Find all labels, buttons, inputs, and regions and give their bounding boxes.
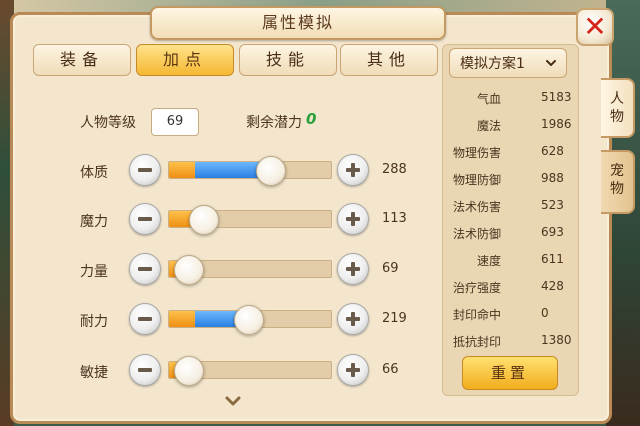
stat-value: 1986 bbox=[541, 117, 572, 131]
attribute-label: 耐力 bbox=[80, 314, 108, 330]
stat-value: 628 bbox=[541, 144, 564, 158]
decrease-button[interactable] bbox=[129, 154, 161, 186]
increase-button[interactable] bbox=[337, 354, 369, 386]
attribute-slider[interactable] bbox=[168, 356, 332, 386]
slider-base-fill bbox=[169, 162, 195, 178]
level-label: 人物等级 bbox=[80, 115, 136, 131]
stat-name: 速度 bbox=[476, 254, 501, 268]
increase-button[interactable] bbox=[337, 303, 369, 335]
stat-name: 法术伤害 bbox=[452, 200, 501, 214]
stat-value: 693 bbox=[541, 225, 564, 239]
slider-handle[interactable] bbox=[174, 255, 204, 285]
attribute-slider[interactable] bbox=[168, 156, 332, 186]
stat-name: 封印命中 bbox=[452, 308, 501, 322]
attribute-value: 66 bbox=[382, 362, 399, 377]
stat-row: 治疗强度 428 bbox=[442, 274, 577, 300]
attribute-value: 219 bbox=[382, 311, 407, 326]
potential-value: 0 bbox=[306, 110, 317, 128]
minus-icon bbox=[138, 317, 152, 321]
increase-button[interactable] bbox=[337, 253, 369, 285]
chevron-down-icon bbox=[546, 60, 556, 66]
slider-handle[interactable] bbox=[234, 305, 264, 335]
increase-button[interactable] bbox=[337, 154, 369, 186]
scroll-down-chevron-icon[interactable] bbox=[224, 394, 242, 408]
side-tab-char: 宠 bbox=[610, 163, 624, 179]
side-tab-pet[interactable]: 宠 物 bbox=[601, 150, 635, 214]
attribute-row-constitution: 体质 288 bbox=[0, 152, 430, 192]
attribute-slider[interactable] bbox=[168, 205, 332, 235]
decrease-button[interactable] bbox=[129, 303, 161, 335]
stat-row: 法术伤害 523 bbox=[442, 193, 577, 219]
tab-skills[interactable]: 技能 bbox=[239, 44, 337, 76]
scheme-label: 模拟方案1 bbox=[460, 56, 525, 72]
attribute-row-agility: 敏捷 66 bbox=[0, 352, 430, 392]
stat-row: 魔法 1986 bbox=[442, 112, 577, 138]
minus-icon bbox=[138, 217, 152, 221]
side-tab-char: 物 bbox=[610, 181, 624, 197]
stat-row: 速度 611 bbox=[442, 247, 577, 273]
slider-handle[interactable] bbox=[189, 205, 219, 235]
attribute-label: 力量 bbox=[80, 264, 108, 280]
slider-handle[interactable] bbox=[174, 356, 204, 386]
minus-icon bbox=[138, 368, 152, 372]
scheme-dropdown[interactable]: 模拟方案1 bbox=[449, 48, 567, 78]
stat-name: 物理伤害 bbox=[452, 146, 501, 160]
decrease-button[interactable] bbox=[129, 253, 161, 285]
attribute-value: 113 bbox=[382, 211, 407, 226]
stat-value: 5183 bbox=[541, 90, 572, 104]
attribute-row-strength: 力量 69 bbox=[0, 251, 430, 291]
stat-name: 抵抗封印 bbox=[452, 335, 501, 349]
stat-name: 法术防御 bbox=[452, 227, 501, 241]
stat-name: 治疗强度 bbox=[452, 281, 501, 295]
attribute-row-magic: 魔力 113 bbox=[0, 201, 430, 241]
minus-icon bbox=[138, 267, 152, 271]
attribute-row-endurance: 耐力 219 bbox=[0, 301, 430, 341]
side-tab-char: 人 bbox=[610, 91, 624, 107]
stat-row: 封印命中 0 bbox=[442, 301, 577, 327]
slider-base-fill bbox=[169, 311, 195, 327]
stat-row: 气血 5183 bbox=[442, 85, 577, 111]
attribute-slider[interactable] bbox=[168, 305, 332, 335]
attribute-value: 288 bbox=[382, 162, 407, 177]
stat-name: 物理防御 bbox=[452, 173, 501, 187]
stat-value: 523 bbox=[541, 198, 564, 212]
tab-equipment[interactable]: 装备 bbox=[33, 44, 131, 76]
stat-value: 1380 bbox=[541, 333, 572, 347]
stat-row: 法术防御 693 bbox=[442, 220, 577, 246]
tab-other[interactable]: 其他 bbox=[340, 44, 438, 76]
attribute-label: 体质 bbox=[80, 165, 108, 181]
attribute-slider[interactable] bbox=[168, 255, 332, 285]
increase-button[interactable] bbox=[337, 203, 369, 235]
minus-icon bbox=[138, 168, 152, 172]
stat-value: 611 bbox=[541, 252, 564, 266]
dialog-title: 属性模拟 bbox=[150, 6, 446, 40]
stat-row: 抵抗封印 1380 bbox=[442, 328, 577, 354]
potential-label: 剩余潜力 bbox=[246, 115, 302, 131]
attribute-value: 69 bbox=[382, 261, 399, 276]
close-button[interactable]: ✕ bbox=[576, 8, 614, 46]
tab-add-points[interactable]: 加点 bbox=[136, 44, 234, 76]
level-input[interactable]: 69 bbox=[151, 108, 199, 136]
stat-name: 气血 bbox=[476, 92, 501, 106]
side-tab-char: 物 bbox=[610, 109, 624, 125]
attribute-label: 敏捷 bbox=[80, 365, 108, 381]
stat-value: 988 bbox=[541, 171, 564, 185]
stat-row: 物理伤害 628 bbox=[442, 139, 577, 165]
stat-value: 0 bbox=[541, 306, 549, 320]
decrease-button[interactable] bbox=[129, 203, 161, 235]
stat-value: 428 bbox=[541, 279, 564, 293]
stat-row: 物理防御 988 bbox=[442, 166, 577, 192]
slider-handle[interactable] bbox=[256, 156, 286, 186]
attribute-label: 魔力 bbox=[80, 214, 108, 230]
stat-name: 魔法 bbox=[476, 119, 501, 133]
decrease-button[interactable] bbox=[129, 354, 161, 386]
reset-button[interactable]: 重置 bbox=[462, 356, 558, 390]
side-tab-character[interactable]: 人 物 bbox=[601, 78, 635, 138]
